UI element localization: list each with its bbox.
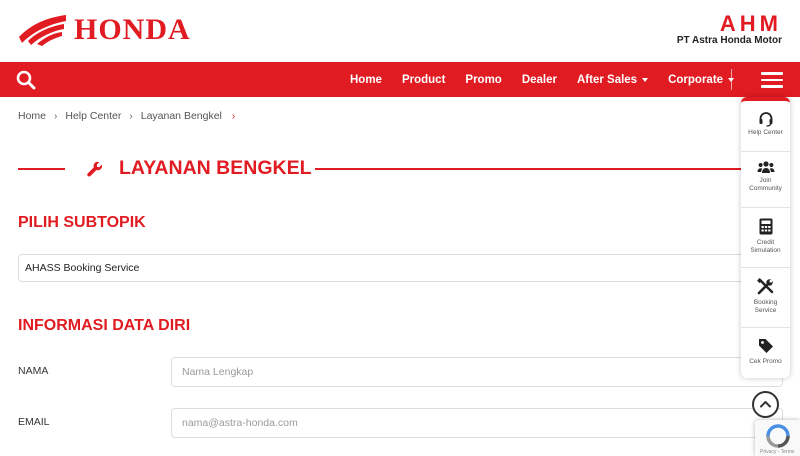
section-header: LAYANAN BENGKEL [18,155,800,183]
chevron-right-icon: › [231,110,236,122]
nav-item-dealer[interactable]: Dealer [522,74,557,86]
side-item-label: Cek Promo [749,358,782,365]
scroll-to-top-button[interactable] [752,391,779,418]
side-item-label: Credit Simulation [750,239,781,254]
chevron-right-icon: › [129,110,133,122]
chevron-right-icon: › [54,110,58,122]
side-item-label: Booking Service [753,299,778,314]
title-line-left [18,168,65,170]
chevron-up-icon [760,401,771,408]
nav-item-home[interactable]: Home [350,74,382,86]
nav-item-corporate[interactable]: Corporate [668,74,735,86]
page-title: LAYANAN BENGKEL [119,157,312,179]
nav-item-product[interactable]: Product [402,74,445,86]
subtopic-heading: PILIH SUBTOPIK [18,214,146,231]
title-line-right [315,168,775,170]
breadcrumb: Home › Help Center › Layanan Bengkel › [18,110,243,122]
nav-menu: Home Product Promo Dealer After Sales Co… [350,62,754,97]
search-icon[interactable] [16,70,36,90]
side-item-label: Join Community [749,177,782,192]
side-item-join-community[interactable]: Join Community [741,152,790,208]
nav-item-promo[interactable]: Promo [465,74,501,86]
wrench-icon [87,161,103,177]
email-label: EMAIL [18,416,50,428]
breadcrumb-home[interactable]: Home [18,110,46,122]
breadcrumb-help-center[interactable]: Help Center [65,110,121,122]
site-header: HONDA AHM PT Astra Honda Motor [0,0,800,62]
tools-icon [757,278,774,295]
breadcrumb-layanan-bengkel[interactable]: Layanan Bengkel [141,110,222,122]
side-item-booking-service[interactable]: Booking Service [741,268,790,328]
personal-info-heading: INFORMASI DATA DIRI [18,317,191,334]
honda-logo[interactable]: HONDA [16,10,191,50]
calculator-icon [759,218,772,235]
side-item-cek-promo[interactable]: Cek Promo [741,328,790,378]
recaptcha-terms[interactable]: Privacy - Terms [760,449,794,455]
hamburger-menu-icon[interactable] [761,72,783,88]
subtopic-select[interactable]: AHASS Booking Service [18,254,778,282]
honda-wing-icon [19,15,66,46]
ahm-subtitle: PT Astra Honda Motor [676,35,782,46]
side-item-credit-simulation[interactable]: Credit Simulation [741,208,790,268]
main-navbar: Home Product Promo Dealer After Sales Co… [0,62,800,97]
side-item-help-center[interactable]: Help Center [741,101,790,152]
side-item-label: Help Center [748,129,783,136]
email-field[interactable] [171,408,783,438]
tag-icon [758,339,773,353]
nav-divider [731,69,732,90]
ahm-wordmark: AHM [719,11,782,36]
recaptcha-icon [766,424,790,448]
community-icon [757,161,774,173]
headset-icon [759,112,772,127]
nav-item-after-sales[interactable]: After Sales [577,74,649,86]
caret-down-icon [642,77,649,82]
ahm-logo[interactable]: AHM PT Astra Honda Motor [676,11,782,47]
quick-links-panel: Help Center Join Community Credit Simula… [741,97,790,378]
name-field[interactable] [171,357,783,387]
honda-wordmark: HONDA [74,13,191,46]
subtopic-selected-value: AHASS Booking Service [25,262,140,274]
name-label: NAMA [18,365,49,377]
